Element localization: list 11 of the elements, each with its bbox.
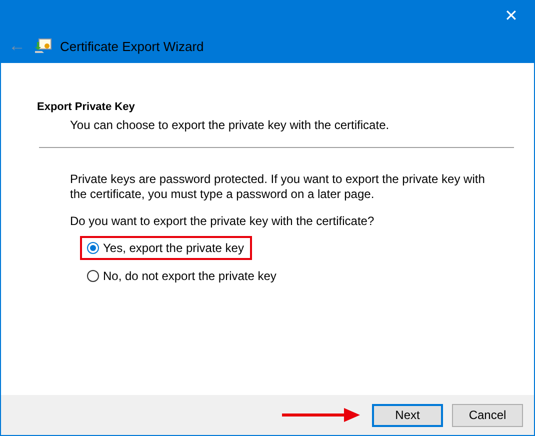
cancel-button[interactable]: Cancel (452, 404, 523, 426)
highlighted-radio-option[interactable]: Yes, export the private key (80, 236, 252, 260)
certificate-icon (34, 38, 52, 54)
question-text: Do you want to export the private key with the certificate? (70, 214, 376, 228)
window-title: Certificate Export Wizard (60, 38, 204, 54)
next-button[interactable]: Next (372, 404, 443, 426)
radio-option[interactable]: No, do not export the private key (80, 264, 284, 288)
info-paragraph: Private keys are password protected. If you want to export the private key with the certificate, you must type a password on a later page. (70, 172, 486, 202)
page-heading: Export Private Key (37, 101, 136, 113)
page-subtitle: You can choose to export the private key with the certificate. (69, 118, 390, 132)
close-button[interactable]: ✕ (488, 1, 534, 31)
